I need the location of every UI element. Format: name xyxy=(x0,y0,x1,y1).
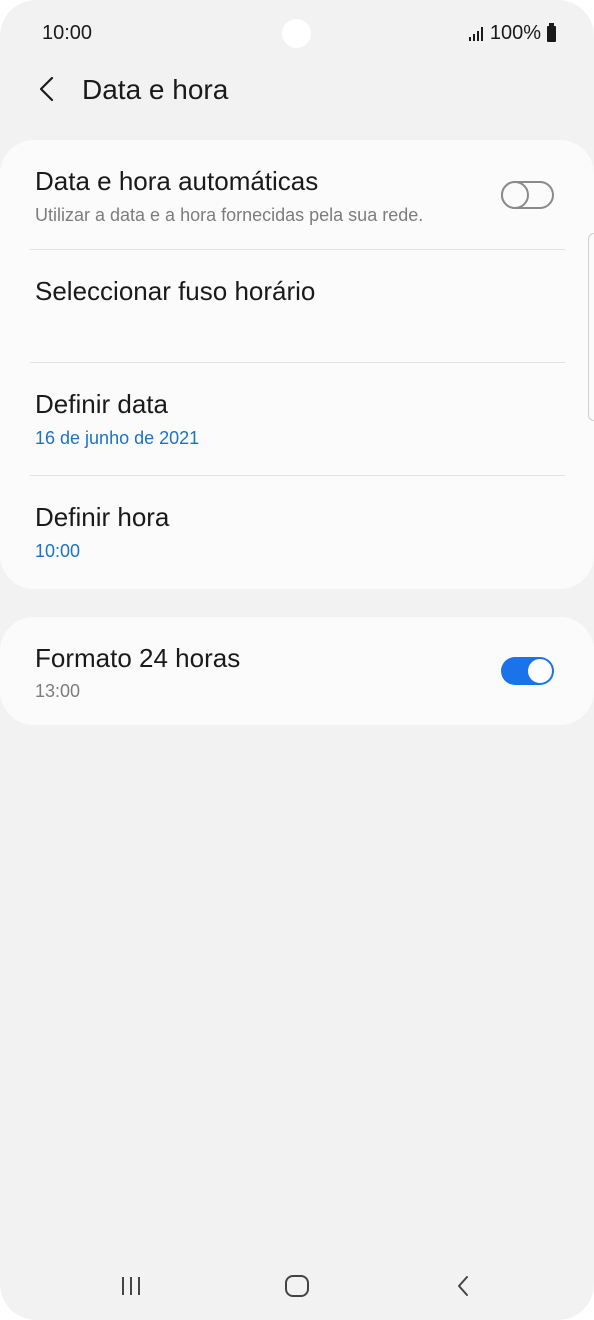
settings-card-format: Formato 24 horas 13:00 xyxy=(0,617,594,725)
signal-icon xyxy=(468,26,483,41)
auto-datetime-row[interactable]: Data e hora automáticas Utilizar a data … xyxy=(0,140,594,249)
auto-datetime-title: Data e hora automáticas xyxy=(35,166,319,196)
home-icon xyxy=(285,1275,309,1297)
nav-back-button[interactable] xyxy=(443,1268,483,1304)
format-24h-toggle[interactable] xyxy=(501,657,554,685)
status-time: 10:00 xyxy=(42,22,93,44)
page-title: Data e hora xyxy=(82,74,229,105)
set-date-value: 16 de junho de 2021 xyxy=(35,428,200,448)
settings-card-datetime: Data e hora automáticas Utilizar a data … xyxy=(0,140,594,589)
back-icon xyxy=(458,1276,468,1296)
set-time-title: Definir hora xyxy=(35,502,170,532)
home-button[interactable] xyxy=(277,1268,317,1304)
back-button[interactable] xyxy=(30,72,64,106)
status-indicators: 100% xyxy=(468,22,556,45)
recents-button[interactable] xyxy=(111,1268,151,1304)
battery-icon xyxy=(547,22,556,42)
set-date-row[interactable]: Definir data 16 de junho de 2021 xyxy=(0,363,594,475)
chevron-left-icon xyxy=(39,76,54,102)
timezone-title: Seleccionar fuso horário xyxy=(35,276,316,306)
scroll-indicator[interactable] xyxy=(588,233,594,421)
format-24h-row[interactable]: Formato 24 horas 13:00 xyxy=(0,617,594,725)
front-camera xyxy=(282,19,311,48)
format-24h-title: Formato 24 horas xyxy=(35,643,241,673)
navigation-bar xyxy=(0,1250,594,1320)
set-time-value: 10:00 xyxy=(35,541,81,561)
app-header: Data e hora xyxy=(0,60,594,122)
toggle-knob xyxy=(528,659,552,683)
battery-percent: 100% xyxy=(489,22,541,44)
format-24h-subtitle: 13:00 xyxy=(35,681,81,701)
auto-datetime-toggle[interactable] xyxy=(501,181,554,209)
set-time-row[interactable]: Definir hora 10:00 xyxy=(0,476,594,589)
timezone-row[interactable]: Seleccionar fuso horário xyxy=(0,250,594,362)
phone-screen: 10:00 100% Data e hora Data e hora autom… xyxy=(0,0,594,1320)
toggle-knob xyxy=(501,181,529,209)
set-date-title: Definir data xyxy=(35,389,168,419)
auto-datetime-subtitle: Utilizar a data e a hora fornecidas pela… xyxy=(35,205,424,225)
recents-icon xyxy=(122,1277,140,1295)
